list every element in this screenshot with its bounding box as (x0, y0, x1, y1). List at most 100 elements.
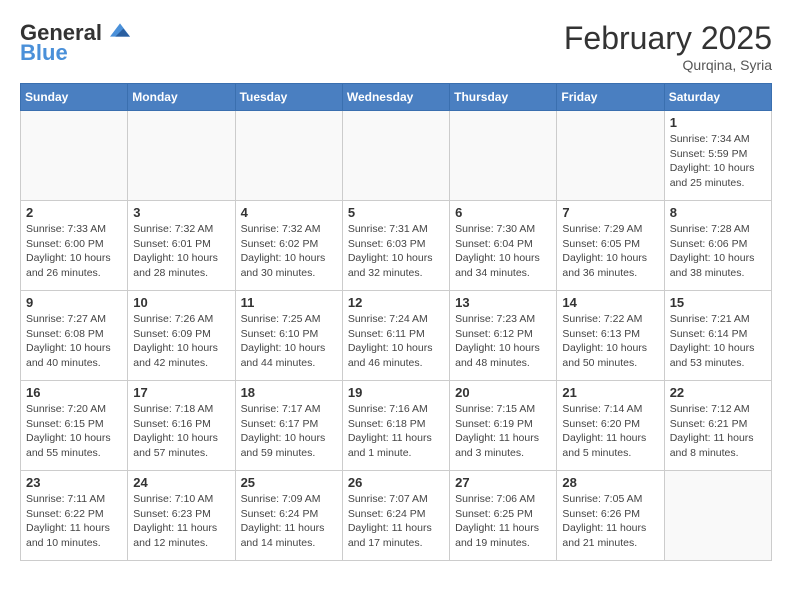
calendar-week-row: 9 Sunrise: 7:27 AM Sunset: 6:08 PM Daylig… (21, 291, 772, 381)
calendar-cell: 2Sunrise: 7:33 AM Sunset: 6:00 PM Daylig… (21, 201, 128, 291)
day-info: Sunrise: 7:27 AM Sunset: 6:08 PM Dayligh… (26, 312, 122, 371)
day-number: 4 (241, 205, 337, 220)
day-number: 6 (455, 205, 551, 220)
calendar-cell: 14 Sunrise: 7:22 AM Sunset: 6:13 PM Dayli… (557, 291, 664, 381)
day-number: 8 (670, 205, 766, 220)
calendar-table: SundayMondayTuesdayWednesdayThursdayFrid… (20, 83, 772, 561)
day-info: Sunrise: 7:05 AM Sunset: 6:26 PM Dayligh… (562, 492, 658, 551)
calendar-week-row: 23Sunrise: 7:11 AM Sunset: 6:22 PM Dayli… (21, 471, 772, 561)
day-info: Sunrise: 7:26 AM Sunset: 6:09 PM Dayligh… (133, 312, 229, 371)
calendar-cell: 7 Sunrise: 7:29 AM Sunset: 6:05 PM Daylig… (557, 201, 664, 291)
calendar-cell: 25 Sunrise: 7:09 AM Sunset: 6:24 PM Dayli… (235, 471, 342, 561)
calendar-cell (235, 111, 342, 201)
day-number: 15 (670, 295, 766, 310)
day-number: 16 (26, 385, 122, 400)
day-info: Sunrise: 7:24 AM Sunset: 6:11 PM Dayligh… (348, 312, 444, 371)
day-info: Sunrise: 7:33 AM Sunset: 6:00 PM Dayligh… (26, 222, 122, 281)
calendar-cell: 20Sunrise: 7:15 AM Sunset: 6:19 PM Dayli… (450, 381, 557, 471)
calendar-week-row: 1 Sunrise: 7:34 AM Sunset: 5:59 PM Daylig… (21, 111, 772, 201)
day-number: 10 (133, 295, 229, 310)
day-number: 13 (455, 295, 551, 310)
day-number: 26 (348, 475, 444, 490)
calendar-cell: 22 Sunrise: 7:12 AM Sunset: 6:21 PM Dayli… (664, 381, 771, 471)
weekday-header-cell: Sunday (21, 84, 128, 111)
day-info: Sunrise: 7:17 AM Sunset: 6:17 PM Dayligh… (241, 402, 337, 461)
calendar-cell: 12 Sunrise: 7:24 AM Sunset: 6:11 PM Dayli… (342, 291, 449, 381)
day-number: 12 (348, 295, 444, 310)
day-info: Sunrise: 7:25 AM Sunset: 6:10 PM Dayligh… (241, 312, 337, 371)
location: Qurqina, Syria (564, 57, 772, 73)
day-number: 11 (241, 295, 337, 310)
day-info: Sunrise: 7:28 AM Sunset: 6:06 PM Dayligh… (670, 222, 766, 281)
day-info: Sunrise: 7:22 AM Sunset: 6:13 PM Dayligh… (562, 312, 658, 371)
day-number: 17 (133, 385, 229, 400)
day-number: 5 (348, 205, 444, 220)
day-info: Sunrise: 7:12 AM Sunset: 6:21 PM Dayligh… (670, 402, 766, 461)
day-info: Sunrise: 7:21 AM Sunset: 6:14 PM Dayligh… (670, 312, 766, 371)
day-info: Sunrise: 7:23 AM Sunset: 6:12 PM Dayligh… (455, 312, 551, 371)
calendar-cell: 5 Sunrise: 7:31 AM Sunset: 6:03 PM Daylig… (342, 201, 449, 291)
weekday-header-cell: Thursday (450, 84, 557, 111)
calendar-cell: 8 Sunrise: 7:28 AM Sunset: 6:06 PM Daylig… (664, 201, 771, 291)
day-info: Sunrise: 7:20 AM Sunset: 6:15 PM Dayligh… (26, 402, 122, 461)
weekday-header-cell: Wednesday (342, 84, 449, 111)
calendar-cell: 18 Sunrise: 7:17 AM Sunset: 6:17 PM Dayli… (235, 381, 342, 471)
weekday-header-cell: Monday (128, 84, 235, 111)
calendar-cell (342, 111, 449, 201)
weekday-header-cell: Friday (557, 84, 664, 111)
weekday-header-row: SundayMondayTuesdayWednesdayThursdayFrid… (21, 84, 772, 111)
calendar-cell: 28 Sunrise: 7:05 AM Sunset: 6:26 PM Dayli… (557, 471, 664, 561)
calendar-cell: 1 Sunrise: 7:34 AM Sunset: 5:59 PM Daylig… (664, 111, 771, 201)
calendar-cell (664, 471, 771, 561)
day-info: Sunrise: 7:18 AM Sunset: 6:16 PM Dayligh… (133, 402, 229, 461)
calendar-cell: 6 Sunrise: 7:30 AM Sunset: 6:04 PM Daylig… (450, 201, 557, 291)
calendar-cell: 4Sunrise: 7:32 AM Sunset: 6:02 PM Daylig… (235, 201, 342, 291)
calendar-cell: 17 Sunrise: 7:18 AM Sunset: 6:16 PM Dayli… (128, 381, 235, 471)
calendar-cell: 15 Sunrise: 7:21 AM Sunset: 6:14 PM Dayli… (664, 291, 771, 381)
day-info: Sunrise: 7:09 AM Sunset: 6:24 PM Dayligh… (241, 492, 337, 551)
day-info: Sunrise: 7:34 AM Sunset: 5:59 PM Dayligh… (670, 132, 766, 191)
day-info: Sunrise: 7:29 AM Sunset: 6:05 PM Dayligh… (562, 222, 658, 281)
day-number: 9 (26, 295, 122, 310)
day-number: 23 (26, 475, 122, 490)
calendar-week-row: 2Sunrise: 7:33 AM Sunset: 6:00 PM Daylig… (21, 201, 772, 291)
day-info: Sunrise: 7:07 AM Sunset: 6:24 PM Dayligh… (348, 492, 444, 551)
calendar-cell (450, 111, 557, 201)
calendar-cell: 10 Sunrise: 7:26 AM Sunset: 6:09 PM Dayli… (128, 291, 235, 381)
calendar-week-row: 16 Sunrise: 7:20 AM Sunset: 6:15 PM Dayli… (21, 381, 772, 471)
calendar-cell: 13 Sunrise: 7:23 AM Sunset: 6:12 PM Dayli… (450, 291, 557, 381)
calendar-cell: 24Sunrise: 7:10 AM Sunset: 6:23 PM Dayli… (128, 471, 235, 561)
day-number: 14 (562, 295, 658, 310)
calendar-cell: 23Sunrise: 7:11 AM Sunset: 6:22 PM Dayli… (21, 471, 128, 561)
day-number: 18 (241, 385, 337, 400)
calendar-cell: 21 Sunrise: 7:14 AM Sunset: 6:20 PM Dayli… (557, 381, 664, 471)
day-info: Sunrise: 7:16 AM Sunset: 6:18 PM Dayligh… (348, 402, 444, 461)
month-title: February 2025 (564, 20, 772, 57)
calendar-cell: 27Sunrise: 7:06 AM Sunset: 6:25 PM Dayli… (450, 471, 557, 561)
day-number: 28 (562, 475, 658, 490)
day-number: 25 (241, 475, 337, 490)
calendar-body: 1 Sunrise: 7:34 AM Sunset: 5:59 PM Daylig… (21, 111, 772, 561)
day-number: 27 (455, 475, 551, 490)
calendar-cell (128, 111, 235, 201)
calendar-cell: 9 Sunrise: 7:27 AM Sunset: 6:08 PM Daylig… (21, 291, 128, 381)
day-info: Sunrise: 7:30 AM Sunset: 6:04 PM Dayligh… (455, 222, 551, 281)
day-info: Sunrise: 7:14 AM Sunset: 6:20 PM Dayligh… (562, 402, 658, 461)
day-number: 1 (670, 115, 766, 130)
day-number: 7 (562, 205, 658, 220)
title-area: February 2025 Qurqina, Syria (564, 20, 772, 73)
calendar-cell: 16 Sunrise: 7:20 AM Sunset: 6:15 PM Dayli… (21, 381, 128, 471)
calendar-cell: 19 Sunrise: 7:16 AM Sunset: 6:18 PM Dayli… (342, 381, 449, 471)
day-number: 21 (562, 385, 658, 400)
calendar-cell (21, 111, 128, 201)
day-number: 19 (348, 385, 444, 400)
calendar-cell: 11 Sunrise: 7:25 AM Sunset: 6:10 PM Dayli… (235, 291, 342, 381)
weekday-header-cell: Tuesday (235, 84, 342, 111)
calendar-cell: 26 Sunrise: 7:07 AM Sunset: 6:24 PM Dayli… (342, 471, 449, 561)
page-header: General Blue February 2025 Qurqina, Syri… (20, 20, 772, 73)
day-number: 20 (455, 385, 551, 400)
calendar-cell: 3Sunrise: 7:32 AM Sunset: 6:01 PM Daylig… (128, 201, 235, 291)
weekday-header-cell: Saturday (664, 84, 771, 111)
day-number: 22 (670, 385, 766, 400)
day-info: Sunrise: 7:31 AM Sunset: 6:03 PM Dayligh… (348, 222, 444, 281)
